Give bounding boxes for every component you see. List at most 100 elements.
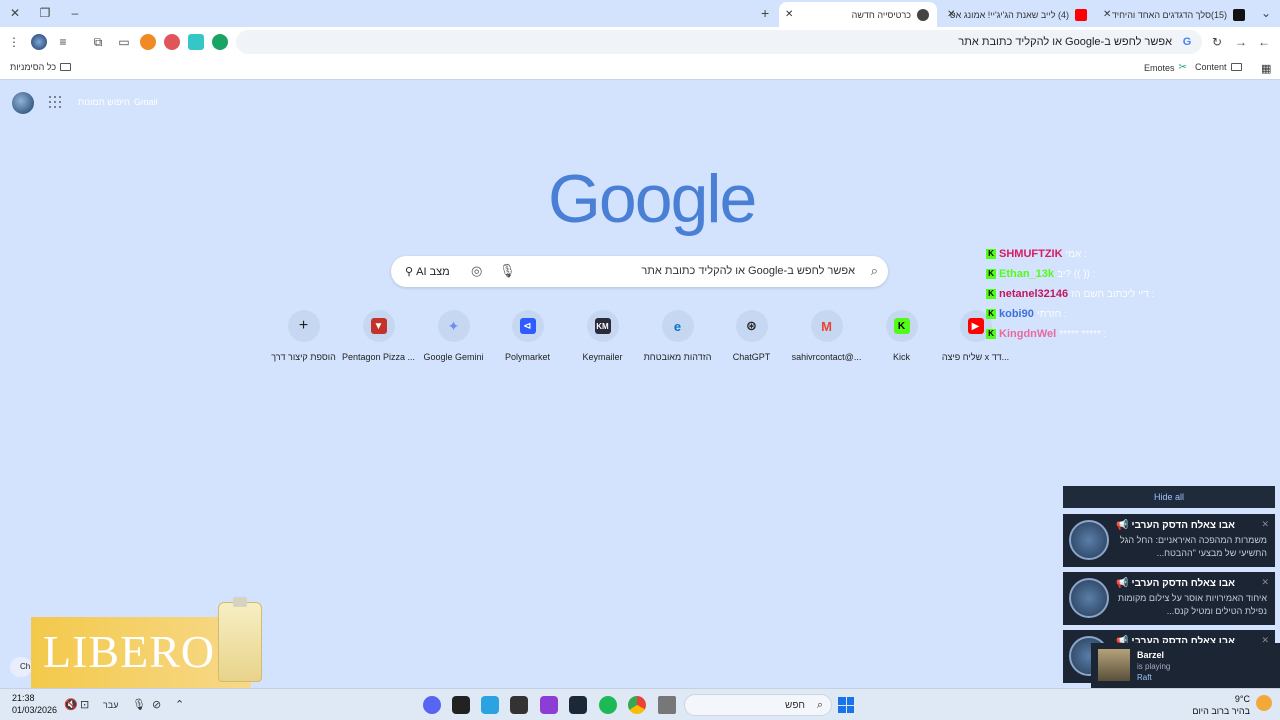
plus-icon: +	[298, 317, 309, 334]
chat-line: : ***** ***** KingdnWel K	[986, 324, 1186, 344]
perfume-bottle-image	[218, 597, 262, 682]
apps-grid-icon[interactable]: ▦	[1261, 62, 1271, 75]
stream-chat-overlay: : אמי SHMUFTZIK K : (( )) ?יב Ethan_13k …	[986, 244, 1186, 344]
taskbar-search[interactable]: ⌕ חפש	[684, 694, 832, 716]
tab-tiktok[interactable]: (15)סלך הדגדגים האחד והיחיד ✕	[1097, 2, 1253, 27]
google-lens-icon[interactable]: ◎	[471, 263, 482, 279]
spotify-icon[interactable]	[599, 696, 617, 714]
google-g-icon: G	[1182, 36, 1192, 48]
folder-icon	[60, 63, 72, 71]
discord-icon[interactable]	[423, 696, 441, 714]
tab-close-icon[interactable]: ✕	[947, 9, 955, 20]
keymailer-icon: KM	[594, 318, 611, 334]
kick-badge-icon: K	[986, 249, 996, 259]
clock[interactable]: 21:38 01/03/2026	[12, 692, 57, 716]
folder-icon	[1230, 63, 1242, 71]
chrome-icon[interactable]	[628, 696, 646, 714]
extension-red-icon[interactable]	[164, 34, 180, 50]
chat-line: : דיי ליכתוב חשם הז netanel32146 K	[986, 284, 1186, 304]
game-avatar	[1098, 649, 1130, 681]
extension-orange-icon[interactable]	[140, 34, 156, 50]
minimize-window-icon[interactable]: –	[64, 4, 86, 22]
shortcut-tile[interactable]: e הזדהות מאובטחת	[640, 310, 715, 362]
search-box[interactable]: ⌕ אפשר לחפש ב-Google או להקליד כתובת אתר…	[391, 256, 888, 287]
add-shortcut-button[interactable]: + הוספת קיצור דרך	[266, 310, 341, 362]
search-icon: ⌕	[870, 263, 878, 278]
bookmark-emotes[interactable]: Emotes ✂	[1144, 62, 1187, 73]
account-avatar[interactable]	[12, 92, 34, 114]
restore-window-icon[interactable]: ❐	[34, 4, 56, 22]
back-icon[interactable]: ←	[1256, 34, 1272, 50]
tab-close-icon[interactable]: ✕	[785, 9, 793, 20]
all-bookmarks-button[interactable]: כל הסימניות	[10, 62, 72, 72]
kick-badge-icon: K	[986, 329, 996, 339]
weather-widget[interactable]: 9°C בהיר ברוב היום	[1192, 693, 1250, 717]
notification-card[interactable]: אבו צאלח הדסק הערבי 📢 ✕ איחוד האמירויות …	[1063, 572, 1275, 625]
shortcut-tile[interactable]: M sahivrcontact@...	[789, 310, 864, 362]
menu-icon[interactable]: ⋮	[6, 34, 22, 50]
network-icon[interactable]: ⊡	[80, 698, 89, 711]
battery-icon[interactable]: ⊘	[152, 698, 161, 711]
start-windows-icon[interactable]	[838, 697, 854, 713]
app-icon[interactable]	[510, 696, 528, 714]
volume-muted-icon[interactable]: 🔇	[64, 698, 78, 711]
shortcut-tile[interactable]: K Kick	[864, 310, 939, 362]
tab-new-tab[interactable]: כרטיסייה חדשה ✕	[779, 2, 937, 27]
extensions-icon[interactable]: ⧉	[90, 34, 106, 50]
tray-chevron-icon[interactable]: ⌃	[175, 698, 184, 711]
close-window-icon[interactable]: ✕	[4, 4, 26, 22]
new-tab-button[interactable]: +	[761, 5, 769, 21]
close-icon[interactable]: ✕	[1261, 577, 1269, 588]
grammarly-icon[interactable]	[212, 34, 228, 50]
reload-icon[interactable]: ↻	[1209, 34, 1225, 50]
chat-bubble-button[interactable]: Ch	[10, 657, 32, 677]
chat-line: : אמי SHMUFTZIK K	[986, 244, 1186, 264]
bookmark-content[interactable]: Content	[1195, 62, 1242, 72]
language-indicator[interactable]: עבר	[103, 700, 118, 710]
now-playing-toast[interactable]: Barzel is playing Raft	[1091, 643, 1280, 688]
youtube-icon	[1075, 8, 1087, 21]
emotes-icon: ✂	[1178, 62, 1187, 73]
tab-close-icon[interactable]: ✕	[1103, 9, 1111, 20]
kick-badge-icon: K	[986, 289, 996, 299]
telegram-icon[interactable]	[481, 696, 499, 714]
tab-strip: ✕ ❐ – ⌄ (15)סלך הדגדגים האחד והיחיד ✕ (4…	[0, 0, 1280, 27]
omnibox[interactable]: G אפשר לחפש ב-Google או להקליד כתובת אתר	[236, 30, 1202, 54]
ai-mode-button[interactable]: מצב AI ⚲	[405, 265, 450, 278]
extension-teal-icon[interactable]	[188, 34, 204, 50]
app-icon[interactable]	[540, 696, 558, 714]
gmail-icon: M	[821, 318, 832, 334]
google-logo: Google	[548, 161, 757, 237]
search-input[interactable]: אפשר לחפש ב-Google או להקליד כתובת אתר	[641, 265, 855, 277]
task-view-icon[interactable]	[658, 696, 676, 714]
shortcut-tile[interactable]: ⊛ ChatGPT	[714, 310, 789, 362]
forward-icon[interactable]: →	[1233, 34, 1249, 50]
notification-card[interactable]: אבו צאלח הדסק הערבי 📢 ✕ משמרות המהפכה הא…	[1063, 514, 1275, 567]
microphone-icon[interactable]: 🎙	[499, 263, 516, 279]
media-control-icon[interactable]: ≡	[55, 34, 71, 50]
hide-all-button[interactable]: Hide all	[1063, 486, 1275, 508]
tab-search-icon[interactable]: ⌄	[1255, 4, 1277, 22]
kick-badge-icon: K	[986, 309, 996, 319]
kick-icon: K	[893, 318, 910, 334]
gmail-link[interactable]: Gmail	[134, 97, 158, 107]
youtube-icon: ▶	[967, 318, 984, 334]
app-icon[interactable]	[452, 696, 470, 714]
perfume-ad-banner[interactable]: LIBERO	[31, 597, 262, 689]
google-apps-icon[interactable]	[49, 96, 61, 108]
close-icon[interactable]: ✕	[1261, 519, 1269, 530]
cast-icon[interactable]: ▭	[116, 34, 132, 50]
images-link[interactable]: חיפוש תמונות	[78, 97, 130, 107]
tiktok-icon	[1233, 8, 1245, 21]
chatgpt-icon: ⊛	[746, 318, 757, 333]
tab-youtube[interactable]: (4) לייב שאנת הג'יג'יי! אמונג אס ✕	[941, 2, 1095, 27]
polymarket-icon: ⊲	[519, 318, 536, 334]
shortcut-tile[interactable]: ▼ Pentagon Pizza ...	[341, 310, 416, 362]
shortcut-tile[interactable]: ✦ Google Gemini	[416, 310, 491, 362]
taskbar: 21:38 01/03/2026 🔇 ⊡ עבר 🎙 ⊘ ⌃ ⌕ חפש 9°C…	[0, 688, 1280, 720]
microphone-icon[interactable]: 🎙	[132, 698, 146, 711]
steam-icon[interactable]	[569, 696, 587, 714]
shortcut-tile[interactable]: KM Keymailer	[565, 310, 640, 362]
shortcut-tile[interactable]: ⊲ Polymarket	[490, 310, 565, 362]
profile-avatar[interactable]	[31, 34, 47, 50]
